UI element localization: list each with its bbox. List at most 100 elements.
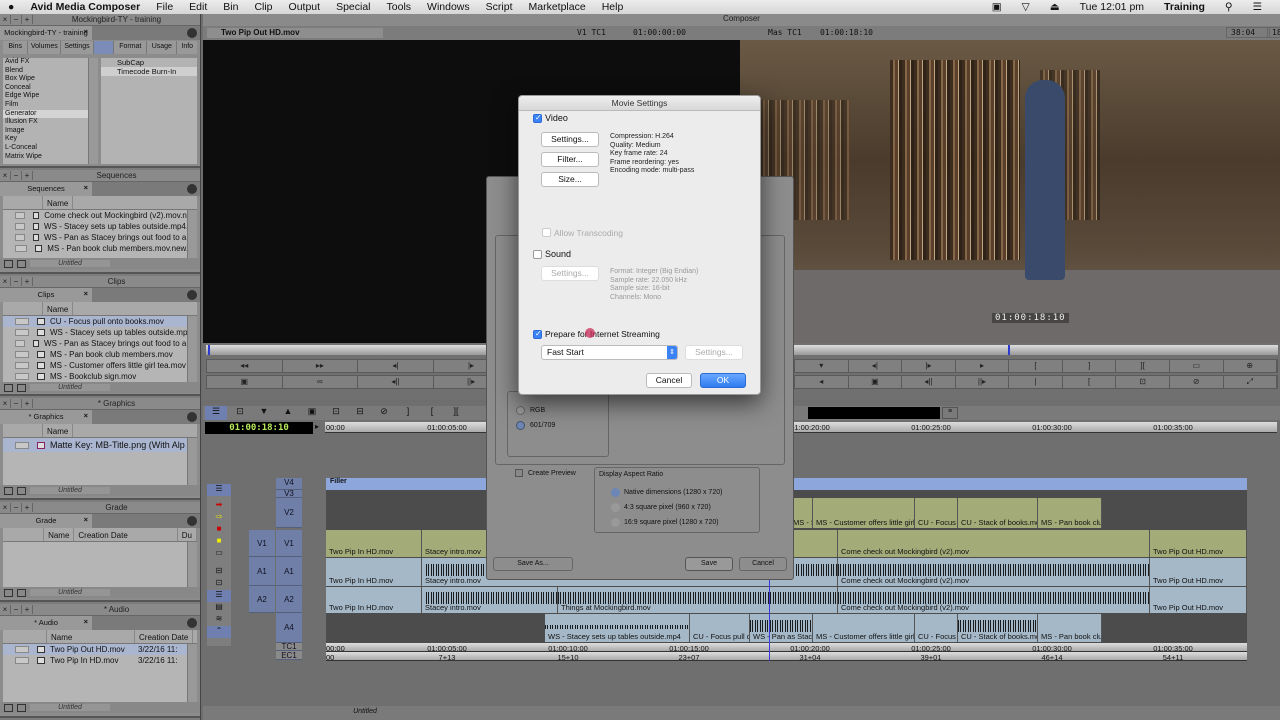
list-item[interactable]: WS - Stacey sets up tables outside.mp4.n… xyxy=(3,221,197,232)
smart-tool-toggle-icon[interactable]: ☰ xyxy=(207,484,231,496)
list-item[interactable]: MS - Pan book club members.mov.new.01 xyxy=(3,243,197,254)
minimize-icon[interactable]: − xyxy=(11,15,22,24)
clip-a4[interactable]: WS - Stacey sets up tables outside.mp4 xyxy=(545,614,690,642)
timeline-ruler[interactable]: 00:0001:00:05:0001:00:10:0001:00:15:0001… xyxy=(325,422,1277,433)
fast-menu-icon[interactable] xyxy=(187,412,197,422)
tab-effects[interactable] xyxy=(93,41,115,54)
tab-info[interactable]: Info xyxy=(177,41,197,54)
clip-a4[interactable]: CU - Focus pull o xyxy=(690,614,750,642)
play-button[interactable]: ▸ xyxy=(956,360,1010,372)
source-track-a1[interactable]: A1 xyxy=(249,557,275,586)
menu-marketplace[interactable]: Marketplace xyxy=(520,1,593,13)
layout-icon[interactable] xyxy=(17,383,26,392)
track-a4[interactable]: A4 xyxy=(276,613,302,643)
maximize-icon[interactable]: + xyxy=(22,503,33,512)
clip-a4[interactable]: CU - Stack of books.mov xyxy=(958,614,1038,642)
spotlight-icon[interactable]: ⚲ xyxy=(1217,1,1241,13)
list-item[interactable]: Come check out Mockingbird (v2).mov.new xyxy=(3,210,197,221)
rewind-button[interactable]: ◂◂ xyxy=(207,360,283,372)
track-a2[interactable]: A2 xyxy=(276,586,302,613)
list-item[interactable]: Two Pip In HD.mov 3/22/16 11: xyxy=(3,655,197,666)
video-settings-button[interactable]: Settings... xyxy=(541,132,599,147)
cancel-button[interactable]: Cancel xyxy=(739,557,787,571)
menu-windows[interactable]: Windows xyxy=(419,1,478,13)
effect-item[interactable]: SubCap xyxy=(101,58,197,67)
step-back-10-button[interactable]: ◂|| xyxy=(902,376,956,388)
close-icon[interactable]: × xyxy=(84,289,88,298)
effect-category-item[interactable]: Blend xyxy=(3,67,88,76)
minimize-icon[interactable]: − xyxy=(11,277,22,286)
bin-tab[interactable]: Grade × xyxy=(0,514,92,528)
list-item[interactable]: WS - Stacey sets up tables outside.mp4 xyxy=(3,327,197,338)
clip-v1[interactable]: Come check out Mockingbird (v2).mov xyxy=(838,530,1150,557)
trim-button[interactable]: ▭ xyxy=(1170,360,1224,372)
view-icon[interactable] xyxy=(4,259,13,268)
screen-record-icon[interactable]: ▣ xyxy=(984,1,1010,13)
clip-v2[interactable]: CU - Focus xyxy=(915,498,958,528)
timeline-view-menu[interactable]: Untitled xyxy=(340,708,390,715)
bin-view-menu[interactable]: Untitled xyxy=(30,487,110,494)
step-forward-10-button[interactable]: ||▸ xyxy=(956,376,1010,388)
menu-clip[interactable]: Clip xyxy=(246,1,280,13)
list-item[interactable]: MS - Bookclub sign.mov xyxy=(3,371,197,382)
notification-icon[interactable]: ☰ xyxy=(1245,1,1270,13)
bin-view-menu[interactable]: Untitled xyxy=(30,260,110,267)
effect-category-item[interactable]: Box Wipe xyxy=(3,75,88,84)
waveform-icon[interactable]: ≋ xyxy=(207,614,231,626)
track-v1[interactable]: V1 xyxy=(276,530,302,557)
column-name[interactable]: Name xyxy=(44,528,75,541)
close-icon[interactable]: × xyxy=(0,171,11,180)
tracking-info-1[interactable]: 38:04 xyxy=(1226,27,1271,38)
close-icon[interactable]: × xyxy=(0,605,11,614)
track-v3[interactable]: V3 xyxy=(276,490,302,498)
fast-forward-button[interactable]: ▸▸ xyxy=(283,360,359,372)
size-button[interactable]: Size... xyxy=(541,172,599,187)
apple-icon[interactable]: ● xyxy=(0,1,22,13)
effect-tool-icon[interactable]: ▭ xyxy=(207,548,231,560)
close-icon[interactable]: × xyxy=(84,515,88,524)
list-item[interactable]: MS - Pan book club members.mov xyxy=(3,349,197,360)
source-icon[interactable]: ⊡ xyxy=(207,578,231,590)
clip-v1[interactable]: Two Pip In HD.mov xyxy=(326,530,422,557)
maximize-icon[interactable]: + xyxy=(22,15,33,24)
close-icon[interactable]: × xyxy=(0,399,11,408)
clip-a1[interactable]: Two Pip In HD.mov xyxy=(326,558,422,586)
position-indicator[interactable] xyxy=(208,345,210,355)
bin-view-menu[interactable]: Untitled xyxy=(30,589,110,596)
clip-a4[interactable]: CU - Focus xyxy=(915,614,958,642)
position-indicator[interactable] xyxy=(1008,345,1010,355)
list-item[interactable]: CU - Focus pull onto books.mov xyxy=(3,316,197,327)
video-quality-icon[interactable]: ▤ xyxy=(207,602,231,614)
clip-v1[interactable]: Two Pip Out HD.mov xyxy=(1150,530,1247,557)
scrollbar[interactable] xyxy=(187,542,197,587)
clip-a1[interactable]: Come check out Mockingbird (v2).mov xyxy=(838,558,1150,586)
overwrite-icon[interactable]: ▲ xyxy=(277,406,299,420)
record-tc-label[interactable]: Mas TC1 xyxy=(768,28,802,37)
radio-4-3[interactable]: 4:3 square pixel (960 x 720) xyxy=(611,503,711,512)
effect-category-item[interactable]: Illusion FX xyxy=(3,118,88,127)
lift-button[interactable]: ▣ xyxy=(849,376,903,388)
source-clip-menu[interactable]: Two Pip Out HD.mov xyxy=(207,28,383,38)
layout-icon[interactable] xyxy=(17,259,26,268)
cancel-button[interactable]: Cancel xyxy=(646,373,692,388)
ok-button[interactable]: OK xyxy=(700,373,746,388)
maximize-icon[interactable]: + xyxy=(22,399,33,408)
menu-tools[interactable]: Tools xyxy=(379,1,420,13)
bin-view-menu[interactable]: Untitled xyxy=(30,704,110,711)
view-icon[interactable] xyxy=(4,383,13,392)
mark-button[interactable]: ▾ xyxy=(795,360,849,372)
step-back-10-button[interactable]: ◂|| xyxy=(358,376,434,388)
maximize-icon[interactable]: + xyxy=(22,277,33,286)
view-icon[interactable] xyxy=(4,486,13,495)
menu-bin[interactable]: Bin xyxy=(215,1,246,13)
mark-in-icon[interactable]: [ xyxy=(421,406,443,420)
go-to-in-button[interactable]: | xyxy=(1009,376,1063,388)
clip-a4[interactable]: MS - Pan book club xyxy=(1038,614,1102,642)
fast-menu-icon[interactable] xyxy=(187,290,197,300)
column-creation-date[interactable]: Creation Date xyxy=(135,630,194,643)
effect-item[interactable]: Timecode Burn-In xyxy=(101,67,197,76)
step-forward-button[interactable]: |▸ xyxy=(902,360,956,372)
meter-menu-icon[interactable]: ≡ xyxy=(942,407,958,419)
extract-splice-icon[interactable]: ⇨ xyxy=(207,512,231,524)
render-button[interactable]: ⤢ xyxy=(1224,376,1278,388)
